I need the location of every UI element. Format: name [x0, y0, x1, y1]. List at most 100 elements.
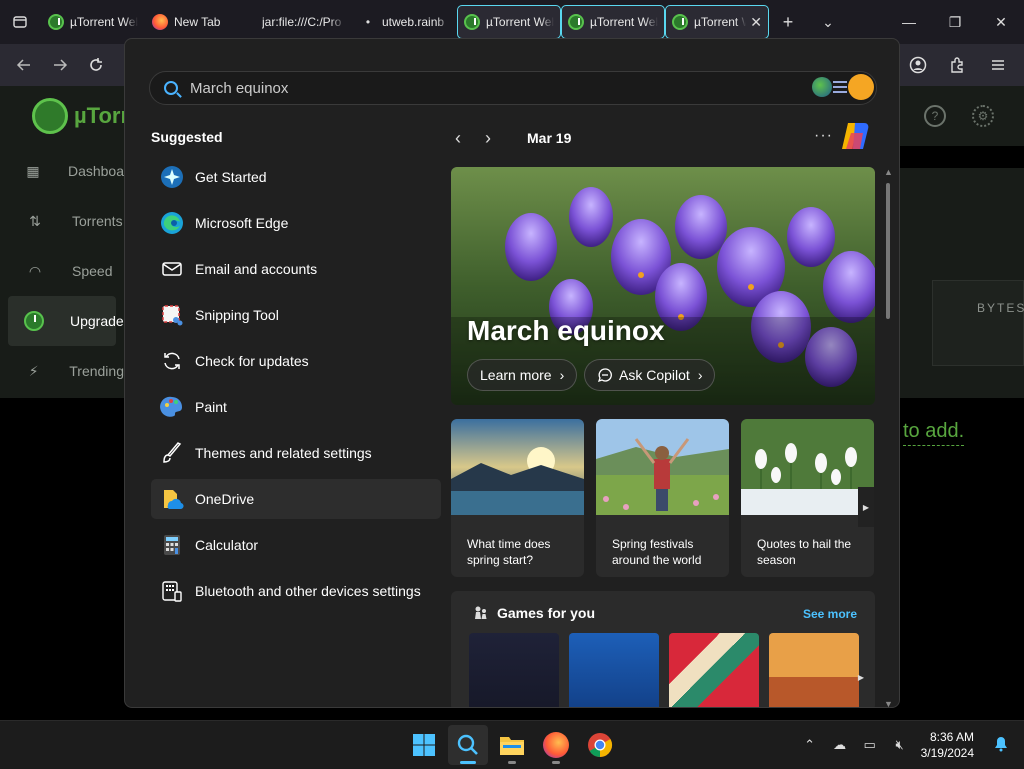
forward-button[interactable] [42, 47, 78, 83]
tab-list-button[interactable] [0, 0, 40, 44]
list-item-label: Calculator [195, 537, 259, 553]
browser-tab[interactable]: New Tab [146, 6, 248, 38]
reload-icon [90, 58, 102, 71]
see-more-link[interactable]: See more [803, 607, 857, 621]
gear-icon[interactable]: ⚙ [972, 105, 994, 127]
network-icon[interactable]: ▭ [855, 737, 885, 753]
taskbar: ⌃ ☁ ▭ 🔇︎ 8:36 AM 3/19/2024 [0, 720, 1024, 768]
search-button[interactable] [448, 725, 488, 765]
sidebar-item-speed[interactable]: ◠ Speed [0, 246, 124, 296]
trending-icon: ⚡ [28, 362, 39, 379]
file-explorer-button[interactable] [492, 725, 532, 765]
list-item[interactable]: Check for updates [151, 341, 441, 381]
learn-more-button[interactable]: Learn more › [467, 359, 578, 391]
maximize-button[interactable]: ❐ [932, 0, 978, 44]
running-indicator [508, 761, 516, 764]
chevron-right-icon[interactable]: › [485, 128, 515, 149]
hero-title: March equinox [467, 315, 665, 346]
chrome-button[interactable] [580, 725, 620, 765]
list-item[interactable]: Paint [151, 387, 441, 427]
chevron-up-icon[interactable]: ⌃ [795, 737, 825, 753]
account-button[interactable] [900, 47, 936, 83]
sidebar-item-upgrade[interactable]: Upgrade [8, 296, 124, 346]
transfer-icon: ⇅ [29, 212, 41, 229]
search-icon [164, 81, 178, 95]
game-tile[interactable] [569, 633, 659, 707]
list-item[interactable]: Snipping Tool [151, 295, 441, 335]
list-item-selected[interactable]: OneDrive [151, 479, 441, 519]
sunrise-landscape-image [451, 419, 584, 515]
chevron-left-icon[interactable]: ‹ [455, 128, 485, 149]
reload-button[interactable] [78, 47, 114, 83]
copilot-icon[interactable] [839, 121, 871, 151]
onedrive-icon [159, 486, 185, 512]
list-item[interactable]: Get Started [151, 157, 441, 197]
learn-more-label: Learn more [480, 367, 552, 383]
close-window-button[interactable]: ✕ [978, 0, 1024, 44]
games-title: Games for you [497, 605, 596, 621]
game-tile[interactable] [769, 633, 859, 707]
scrollbar-thumb[interactable] [886, 183, 890, 319]
onedrive-cloud-icon[interactable]: ☁ [825, 737, 855, 753]
bell-icon[interactable] [986, 736, 1016, 755]
dashboard-icon: ▦ [26, 162, 40, 179]
tab-title: µTorrent Web [70, 15, 138, 29]
list-item[interactable]: Microsoft Edge [151, 203, 441, 243]
close-tab-icon[interactable]: ✕ [750, 14, 762, 31]
clock[interactable]: 8:36 AM 3/19/2024 [921, 729, 974, 761]
hamburger-icon [992, 60, 1004, 70]
browser-tab-selected[interactable]: µTorrent Web [561, 5, 665, 39]
tab-title: µTorrent Web [590, 15, 658, 29]
volume-muted-icon[interactable]: 🔇︎ [885, 737, 915, 753]
game-tile[interactable] [469, 633, 559, 707]
get-started-icon [159, 164, 185, 190]
menu-button[interactable] [980, 47, 1016, 83]
scroll-right-icon[interactable]: ▶ [853, 657, 869, 697]
ask-copilot-button[interactable]: Ask Copilot › [584, 359, 716, 391]
list-item[interactable]: Themes and related settings [151, 433, 441, 473]
list-item-label: Paint [195, 399, 227, 415]
highlight-card[interactable]: What time does spring start? [451, 419, 584, 577]
list-item-label: Themes and related settings [195, 445, 372, 461]
more-options-icon[interactable]: ··· [814, 127, 833, 145]
hero-card[interactable]: March equinox Learn more › Ask Copilot › [451, 167, 875, 405]
browser-tab[interactable]: • utweb.rainb [354, 6, 456, 38]
search-input[interactable] [190, 79, 790, 97]
sidebar-item-torrents[interactable]: ⇅ Torrents [0, 196, 124, 246]
brush-icon [159, 440, 185, 466]
scroll-down-icon[interactable]: ▼ [884, 699, 893, 707]
panel-scrollbar[interactable]: ▲ ▼ [881, 167, 895, 707]
browser-tab[interactable]: µTorrent Web [42, 6, 144, 38]
list-item-label: OneDrive [195, 491, 255, 507]
bytes-panel: BYTES [932, 280, 1024, 366]
update-icon [159, 348, 185, 374]
utorrent-icon [672, 14, 688, 30]
highlight-card[interactable]: Spring festivals around the world [596, 419, 729, 577]
suggested-list: Get Started Microsoft Edge Email and acc… [151, 157, 441, 617]
scroll-up-icon[interactable]: ▲ [884, 167, 893, 177]
list-item[interactable]: Calculator [151, 525, 441, 565]
scroll-right-icon[interactable]: ▶ [858, 487, 874, 527]
browser-tab[interactable]: jar:file:///C:/Pro [250, 6, 352, 38]
search-panel: Suggested Get Started Microsoft Edge Ema… [124, 38, 900, 708]
highlight-card[interactable]: Quotes to hail the season ▶ [741, 419, 874, 577]
help-icon[interactable]: ? [924, 105, 946, 127]
firefox-button[interactable] [536, 725, 576, 765]
account-icon [909, 56, 927, 74]
sidebar-item-dashboard[interactable]: ▦ Dashboa [0, 146, 124, 196]
tab-title: utweb.rainb [382, 15, 445, 29]
list-item[interactable]: Bluetooth and other devices settings [151, 571, 441, 611]
sidebar-item-trending[interactable]: ⚡ Trending [0, 346, 124, 396]
extensions-button[interactable] [940, 47, 976, 83]
back-button[interactable] [6, 47, 42, 83]
browser-tab-selected[interactable]: µTorrent Web [457, 5, 561, 39]
chevron-right-icon: › [559, 367, 565, 383]
game-tile[interactable] [669, 633, 759, 707]
browser-tab-selected[interactable]: µTorrent Web ✕ [665, 5, 769, 39]
add-torrent-link[interactable]: to add. [903, 420, 965, 446]
start-button[interactable] [404, 725, 444, 765]
highlights-date-nav: ‹ › Mar 19 ··· [455, 123, 875, 149]
search-box[interactable] [149, 71, 877, 105]
list-item[interactable]: Email and accounts [151, 249, 441, 289]
edge-icon [159, 210, 185, 236]
